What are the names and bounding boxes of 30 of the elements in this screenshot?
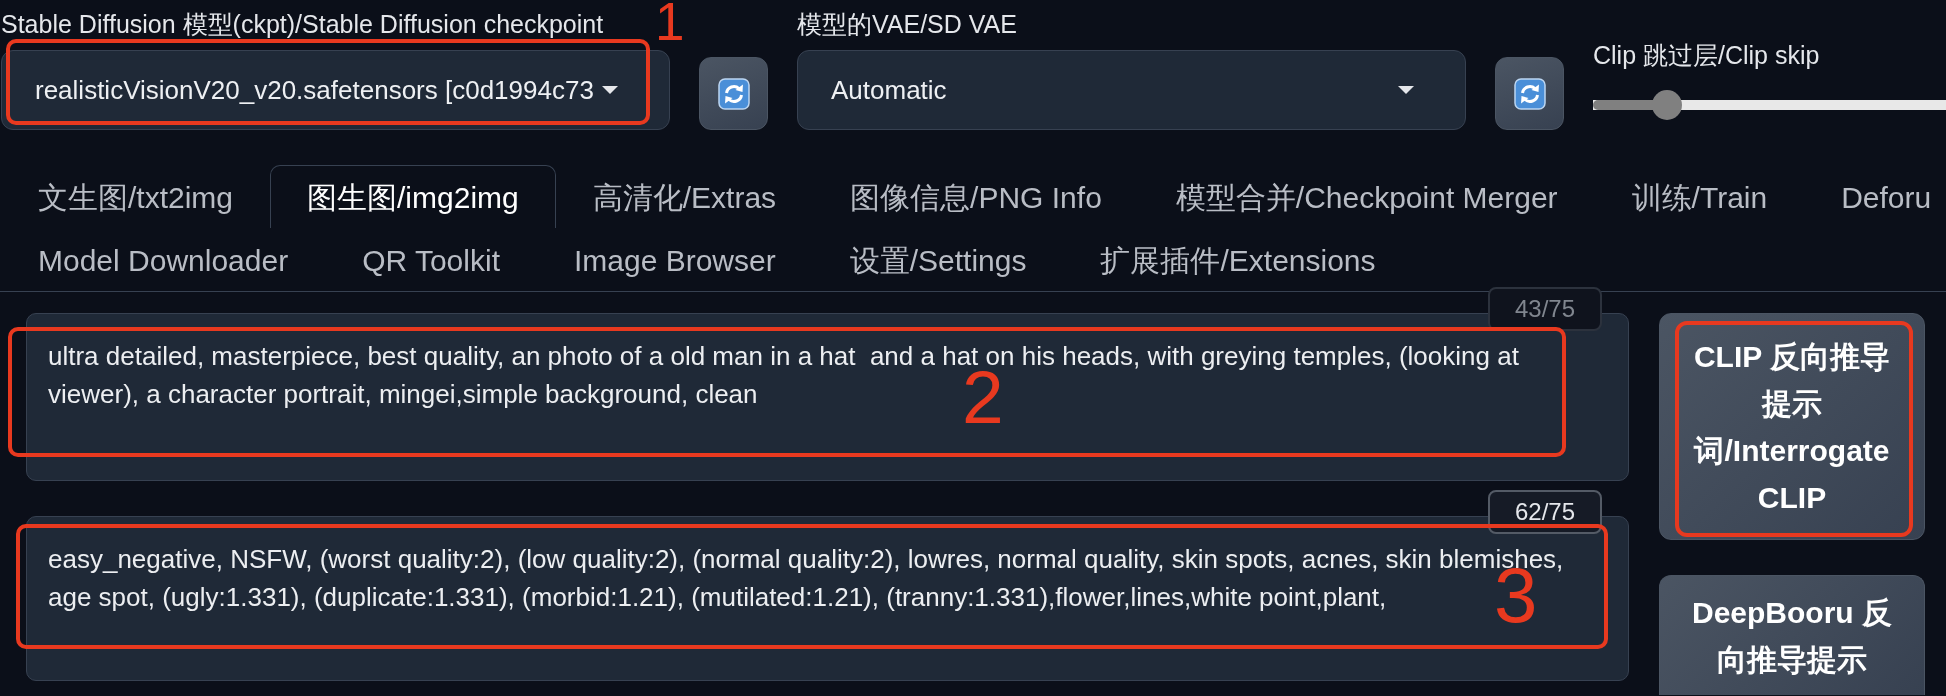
tab[interactable]: 文生图/txt2img	[1, 165, 271, 228]
tab[interactable]: 高清化/Extras	[555, 165, 814, 228]
refresh-icon	[1513, 77, 1546, 110]
checkpoint-label: Stable Diffusion 模型(ckpt)/Stable Diffusion checkpoint	[1, 9, 605, 39]
tab[interactable]: 训练/Train	[1594, 165, 1805, 228]
interrogate-button[interactable]: DeepBooru 反向推导提示	[1659, 575, 1925, 695]
tab[interactable]: Image Browser	[536, 228, 813, 291]
vae-dropdown[interactable]: Automatic	[797, 50, 1466, 130]
tab[interactable]: 设置/Settings	[812, 228, 1064, 291]
slider-thumb[interactable]	[1652, 90, 1683, 120]
caret-icon	[602, 86, 618, 94]
tab[interactable]: Model Downloader	[1, 228, 326, 291]
checkpoint-dropdown[interactable]: realisticVisionV20_v20.safetensors [c0d1994c73	[1, 50, 670, 130]
annotation-number: 1	[655, 3, 685, 42]
refresh-icon	[717, 77, 750, 110]
tab[interactable]: 图生图/img2img	[270, 165, 556, 228]
tab[interactable]: Deforu	[1804, 165, 1933, 228]
interrogate-button[interactable]: CLIP 反向推导提示词/Interrogate CLIP	[1659, 313, 1925, 540]
annotation-number: 2	[962, 370, 1004, 424]
clip-skip-label: Clip 跳过层/Clip skip	[1593, 40, 1821, 70]
caret-icon	[1398, 86, 1414, 94]
refresh-button[interactable]	[1495, 57, 1564, 130]
tab[interactable]: QR Toolkit	[325, 228, 537, 291]
tab[interactable]: 扩展插件/Extensions	[1063, 228, 1377, 291]
token-counter: 43/75	[1488, 287, 1602, 331]
token-counter: 62/75	[1488, 490, 1602, 534]
tab[interactable]: 图像信息/PNG Info	[813, 165, 1139, 228]
vae-label: 模型的VAE/SD VAE	[797, 9, 1018, 39]
tab[interactable]: 模型合并/Checkpoint Merger	[1138, 165, 1595, 228]
refresh-button[interactable]	[699, 57, 768, 130]
